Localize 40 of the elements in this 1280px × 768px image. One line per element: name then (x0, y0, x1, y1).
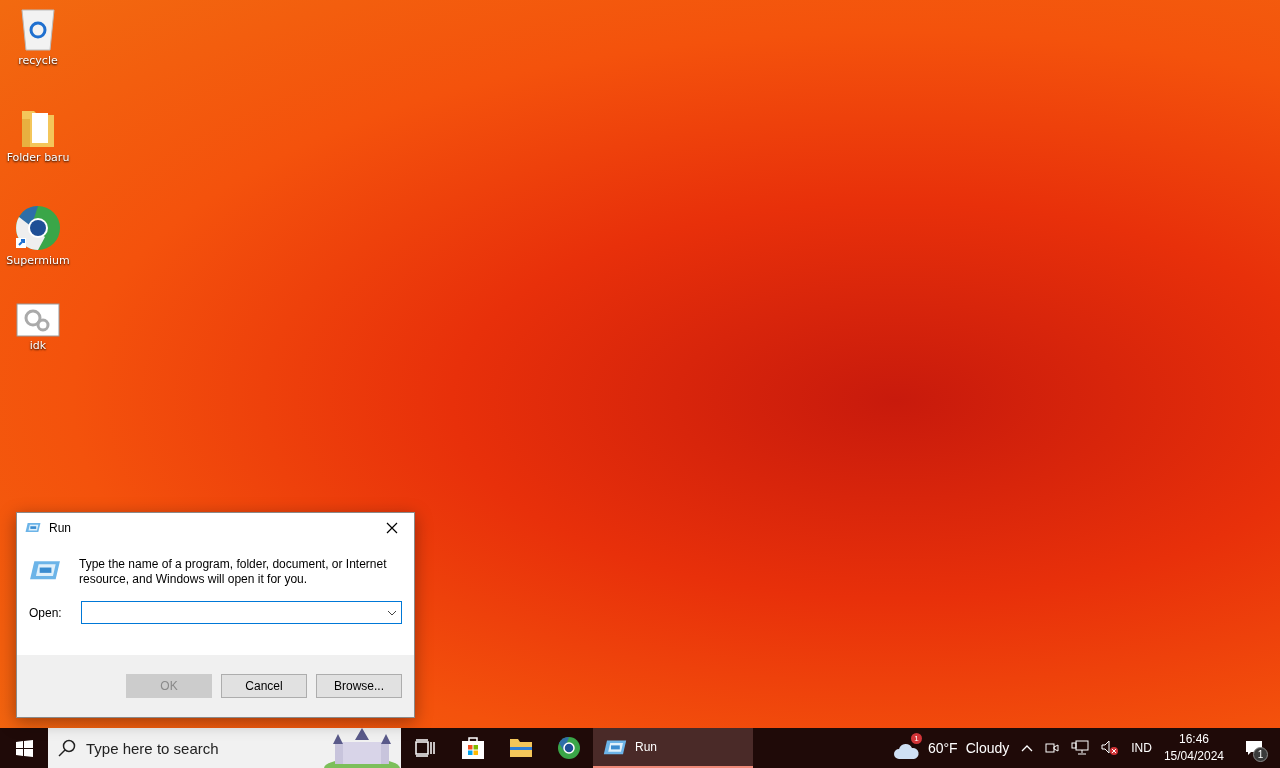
search-icon (58, 739, 76, 757)
search-placeholder: Type here to search (86, 739, 220, 757)
action-center-button[interactable]: 1 (1236, 728, 1272, 768)
dialog-button[interactable]: Cancel (221, 674, 307, 698)
run-icon (29, 559, 61, 582)
instruction-text: Type the name of a program, folder, document, or Internet resource, and Windows will open it for you. (79, 557, 388, 587)
desktop-icon-label: Folder baru (6, 151, 70, 164)
network-icon[interactable] (1071, 740, 1090, 756)
dialog-button[interactable]: Browse... (316, 674, 402, 698)
weather-condition-text: Cloudy (965, 740, 1010, 756)
notification-count: 1 (1253, 747, 1268, 762)
desktop-icon-label: recycle (18, 54, 58, 67)
recycle-bin-icon (18, 6, 58, 52)
store-bag-icon (461, 736, 485, 760)
muted-speaker-icon[interactable] (1101, 740, 1120, 756)
run-icon (603, 738, 627, 756)
time-text: 16:46 (1178, 731, 1209, 748)
clock[interactable]: 16:46 15/04/2024 (1163, 731, 1224, 765)
task-view-icon (415, 739, 435, 757)
chevron-up-icon[interactable] (1021, 744, 1034, 752)
windows-logo-icon (15, 739, 33, 757)
search-field[interactable]: Type here to search (48, 728, 401, 768)
browser-icon (557, 736, 581, 760)
weather-badge: 1 (910, 733, 922, 744)
window-title: Run (49, 521, 72, 535)
language-indicator[interactable]: IND (1131, 741, 1152, 755)
desktop-icon-label: Supermium (6, 254, 70, 267)
browser-icon (14, 204, 62, 252)
close-icon (386, 522, 398, 534)
desktop-icon-label: idk (29, 339, 47, 352)
gears-window-icon (16, 303, 60, 337)
open-label: Open: (29, 605, 63, 620)
folder-icon (509, 738, 533, 758)
temperature-text: 60°F (927, 740, 958, 756)
taskbar-window-button[interactable]: Run (593, 728, 753, 768)
run-icon (25, 522, 41, 534)
chevron-down-icon (387, 609, 397, 616)
date-text: 15/04/2024 (1163, 748, 1224, 765)
open-combo-field[interactable] (81, 601, 402, 624)
camera-icon[interactable] (1045, 740, 1060, 756)
